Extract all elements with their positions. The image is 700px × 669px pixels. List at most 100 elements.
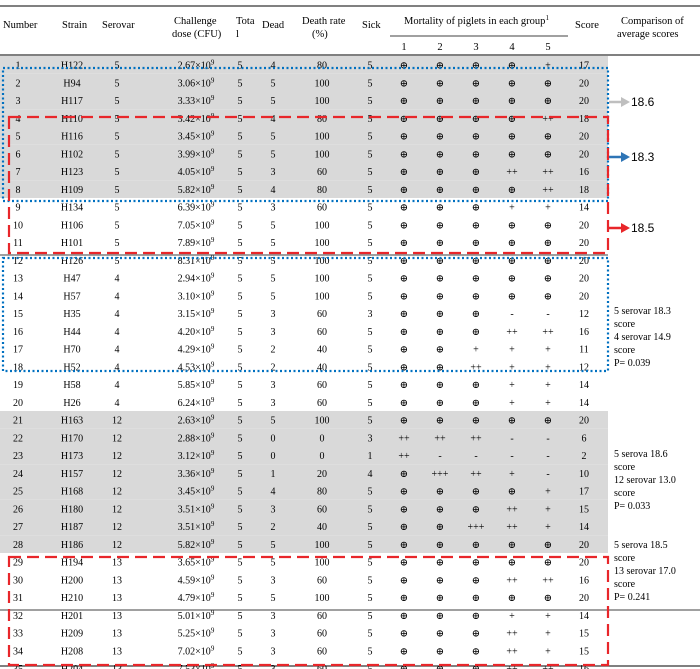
cell-dose: 4.29×109 [178,343,215,356]
cell-rate: 0 [320,433,325,444]
cell-rate: 100 [315,132,330,143]
cell-dead: 5 [271,238,276,249]
cell-n: 33 [13,629,23,640]
cell-serovar: 13 [112,646,122,657]
cell-group-4: ⊕ [508,416,516,427]
cell-dose: 4.20×109 [178,325,215,338]
cell-serovar: 5 [115,149,120,160]
dose-exponent: 9 [211,538,215,546]
cell-score: 20 [579,238,589,249]
dose-exponent: 9 [211,325,215,333]
cell-rate: 100 [315,220,330,231]
row-shade [0,180,608,198]
cell-n: 9 [16,203,21,214]
cell-group-3: ⊕ [472,629,480,640]
cell-group-1: ⊕ [400,540,408,551]
dose-exponent: 9 [211,147,215,155]
cell-score: 16 [579,327,589,338]
header-total-2: l [236,29,239,40]
cell-group-4: - [510,309,513,320]
dose-exponent: 9 [211,396,215,404]
cell-serovar: 5 [115,78,120,89]
cell-group-1: ⊕ [400,327,408,338]
cell-group-3: ⊕ [472,611,480,622]
comparison-13-line1: 5 serova 18.5 [614,540,668,551]
cell-group-5: ⊕ [544,291,552,302]
cell-score: 20 [579,78,589,89]
dose-mantissa: 3.99×10 [178,149,211,160]
cell-serovar: 4 [115,327,120,338]
cell-group-2: - [438,451,441,462]
cell-dose: 3.42×109 [178,112,215,125]
cell-total: 5 [238,220,243,231]
cell-group-3: ⊕ [472,185,480,196]
cell-strain: H122 [61,61,83,72]
cell-serovar: 4 [115,345,120,356]
cell-dose: 6.39×109 [178,201,215,214]
dose-mantissa: 7.05×10 [178,220,211,231]
cell-rate: 60 [317,167,327,178]
cell-group-3: ⊕ [472,593,480,604]
blue-arrow-head-icon [621,152,630,162]
cell-score: 14 [579,203,589,214]
cell-score: 14 [579,522,589,533]
cell-score: 14 [579,611,589,622]
cell-group-1: ⊕ [400,61,408,72]
cell-n: 23 [13,451,23,462]
cell-sick: 3 [368,433,373,444]
dose-mantissa: 3.45×10 [178,487,211,498]
cell-group-3: +++ [468,522,485,533]
cell-dead: 4 [271,61,276,72]
cell-group-4: ⊕ [508,114,516,125]
cell-strain: H168 [61,487,83,498]
cell-dose: 7.05×109 [178,218,215,231]
cell-group-5: + [545,203,551,214]
cell-serovar: 13 [112,558,122,569]
dose-exponent: 9 [211,378,215,386]
dose-exponent: 9 [211,609,215,617]
header-comparison-1: Comparison of [621,16,684,27]
cell-score: 20 [579,132,589,143]
cell-group-3: ⊕ [472,575,480,586]
cell-serovar: 12 [112,504,122,515]
cell-group-1: ⊕ [400,416,408,427]
cell-strain: H94 [63,78,80,89]
table-row: 12 H126 5 5 5 100 5 208.31×109 ⊕ ⊕ ⊕ ⊕ ⊕ [13,254,589,267]
cell-dead: 3 [271,646,276,657]
cell-strain: H157 [61,469,83,480]
mortality-table: Number Strain Serovar Challenge dose (CF… [0,5,700,669]
cell-dead: 5 [271,540,276,551]
cell-rate: 40 [317,345,327,356]
cell-dose: 8.31×109 [178,254,215,267]
dose-mantissa: 6.24×10 [178,398,211,409]
dose-exponent: 9 [211,307,215,315]
cell-score: 11 [579,345,589,356]
cell-serovar: 5 [115,96,120,107]
cell-n: 4 [16,114,21,125]
cell-group-2: ⊕ [436,416,444,427]
cell-dose: 4.79×109 [178,591,215,604]
dose-mantissa: 5.01×10 [178,611,211,622]
comparison-serovar13: 5 serova 18.5 score 13 serovar 17.0 scor… [614,540,676,603]
cell-sick: 5 [368,540,373,551]
dose-mantissa: 4.79×10 [178,593,211,604]
dose-exponent: 9 [211,449,215,457]
cell-total: 5 [238,149,243,160]
cell-group-2: ⊕ [436,78,444,89]
dose-mantissa: 5.25×10 [178,629,211,640]
dose-mantissa: 3.12×10 [178,451,211,462]
row-shade [0,446,608,465]
cell-group-4: + [509,469,515,480]
cell-n: 3 [16,96,21,107]
cell-sick: 5 [368,203,373,214]
cell-group-2: ⊕ [436,96,444,107]
cell-n: 13 [13,274,23,285]
cell-n: 24 [13,469,23,480]
cell-group-4: ++ [506,646,518,657]
cell-serovar: 5 [115,238,120,249]
cell-sick: 5 [368,345,373,356]
cell-dead: 5 [271,291,276,302]
cell-group-2: ⊕ [436,575,444,586]
cell-strain: H186 [61,540,83,551]
header-number: Number [3,20,38,31]
